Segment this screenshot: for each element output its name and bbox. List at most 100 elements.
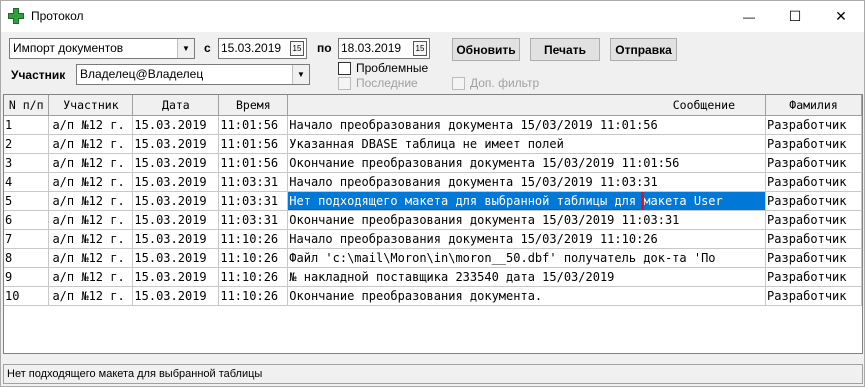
cell-text: Нет подходящего макета для выбранной таб…: [289, 193, 723, 208]
close-button[interactable]: ✕: [818, 1, 864, 32]
cell-message[interactable]: Начало преобразования документа 15/03/20…: [287, 115, 767, 135]
refresh-button[interactable]: Обновить: [452, 38, 520, 61]
cell-time[interactable]: 11:03:31: [218, 210, 289, 230]
from-date-field[interactable]: 15.03.2019 15: [218, 38, 307, 59]
cell-time[interactable]: 11:10:26: [218, 248, 289, 268]
cell-text: Начало преобразования документа 15/03/20…: [289, 174, 658, 189]
calendar-icon[interactable]: 15: [290, 41, 304, 56]
maximize-button[interactable]: ☐: [772, 1, 818, 32]
cell-participant[interactable]: а/п №12 г.: [48, 248, 134, 268]
cell-message[interactable]: Окончание преобразования документа.: [287, 286, 767, 306]
cell-date[interactable]: 15.03.2019: [132, 267, 220, 287]
cell-date[interactable]: 15.03.2019: [132, 248, 220, 268]
send-button[interactable]: Отправка: [610, 38, 677, 61]
cell-participant[interactable]: а/п №12 г.: [48, 286, 134, 306]
table-row[interactable]: 8 а/п №12 г. 15.03.2019 11:10:26 Файл 'c:\ma…: [4, 248, 862, 268]
cell-participant[interactable]: а/п №12 г.: [48, 115, 134, 135]
protocol-grid[interactable]: N п/п Участник Дата Время Сообщение Фами…: [3, 94, 863, 354]
cell-time[interactable]: 11:01:56: [218, 134, 289, 154]
cell-message[interactable]: Окончание преобразования документа 15/03…: [287, 210, 767, 230]
table-row[interactable]: 1 а/п №12 г. 15.03.2019 11:01:56 Начало прео…: [4, 115, 862, 135]
cell-participant[interactable]: а/п №12 г.: [48, 153, 134, 173]
cell-date[interactable]: 15.03.2019: [132, 134, 220, 154]
participant-select[interactable]: Владелец@Владелец ▼: [76, 64, 310, 85]
cell-participant[interactable]: а/п №12 г.: [48, 267, 134, 287]
cell-surname[interactable]: Разработчик: [765, 115, 862, 135]
table-row[interactable]: 10 а/п №12 г. 15.03.2019 11:10:26 Окончание …: [4, 286, 862, 306]
minimize-button[interactable]: —: [726, 1, 772, 32]
cell-surname[interactable]: Разработчик: [765, 286, 862, 306]
cell-message[interactable]: Начало преобразования документа 15/03/20…: [287, 229, 767, 249]
cell-surname[interactable]: Разработчик: [765, 229, 862, 249]
cell-text: Разработчик: [767, 174, 847, 189]
cell-message[interactable]: Указанная DBASE таблица не имеет полей: [287, 134, 767, 154]
cell-participant[interactable]: а/п №12 г.: [48, 191, 134, 211]
cell-date[interactable]: 15.03.2019: [132, 229, 220, 249]
cell-time[interactable]: 11:03:31: [218, 191, 289, 211]
cell-message[interactable]: Начало преобразования документа 15/03/20…: [287, 172, 767, 192]
cell-time[interactable]: 11:01:56: [218, 115, 289, 135]
cell-n[interactable]: 5: [4, 191, 50, 211]
cell-surname[interactable]: Разработчик: [765, 134, 862, 154]
cell-text: Начало преобразования документа 15/03/20…: [289, 231, 658, 246]
cell-time[interactable]: 11:10:26: [218, 229, 289, 249]
column-header-date[interactable]: Дата: [132, 95, 220, 116]
table-row[interactable]: 7 а/п №12 г. 15.03.2019 11:10:26 Начало прео…: [4, 229, 862, 249]
cell-surname[interactable]: Разработчик: [765, 191, 862, 211]
table-row[interactable]: 5 а/п №12 г. 15.03.2019 11:03:31 Нет подходя…: [4, 191, 862, 211]
cell-surname[interactable]: Разработчик: [765, 210, 862, 230]
cell-time[interactable]: 11:10:26: [218, 267, 289, 287]
cell-n[interactable]: 10: [4, 286, 50, 306]
cell-time[interactable]: 11:10:26: [218, 286, 289, 306]
table-row[interactable]: 9 а/п №12 г. 15.03.2019 11:10:26 № накладно…: [4, 267, 862, 287]
cell-time[interactable]: 11:01:56: [218, 153, 289, 173]
column-header-n[interactable]: N п/п: [4, 95, 50, 116]
cell-date[interactable]: 15.03.2019: [132, 172, 220, 192]
cell-date[interactable]: 15.03.2019: [132, 210, 220, 230]
cell-surname[interactable]: Разработчик: [765, 267, 862, 287]
cell-surname[interactable]: Разработчик: [765, 172, 862, 192]
cell-message[interactable]: Файл 'c:\mail\Moron\in\moron__50.dbf' по…: [287, 248, 767, 268]
cell-n[interactable]: 4: [4, 172, 50, 192]
cell-n[interactable]: 1: [4, 115, 50, 135]
cell-message[interactable]: № накладной поставщика 233540 дата 15/03…: [287, 267, 767, 287]
table-row[interactable]: 2 а/п №12 г. 15.03.2019 11:01:56 Указанная D…: [4, 134, 862, 154]
cell-text: Окончание преобразования документа 15/03…: [289, 155, 680, 170]
cell-text: 8: [5, 250, 13, 265]
cell-date[interactable]: 15.03.2019: [132, 191, 220, 211]
app-cross-icon: [8, 8, 24, 24]
cell-date[interactable]: 15.03.2019: [132, 286, 220, 306]
problem-checkbox[interactable]: Проблемные: [338, 61, 428, 75]
cell-n[interactable]: 3: [4, 153, 50, 173]
chevron-down-icon[interactable]: ▼: [177, 39, 194, 58]
chevron-down-icon[interactable]: ▼: [292, 65, 309, 84]
cell-n[interactable]: 2: [4, 134, 50, 154]
table-row[interactable]: 4 а/п №12 г. 15.03.2019 11:03:31 Начало прео…: [4, 172, 862, 192]
cell-n[interactable]: 9: [4, 267, 50, 287]
operation-select[interactable]: Импорт документов ▼: [9, 38, 195, 59]
cell-participant[interactable]: а/п №12 г.: [48, 229, 134, 249]
cell-time[interactable]: 11:03:31: [218, 172, 289, 192]
cell-participant[interactable]: а/п №12 г.: [48, 172, 134, 192]
cell-n[interactable]: 8: [4, 248, 50, 268]
cell-surname[interactable]: Разработчик: [765, 248, 862, 268]
cell-n[interactable]: 7: [4, 229, 50, 249]
cell-participant[interactable]: а/п №12 г.: [48, 210, 134, 230]
table-row[interactable]: 3 а/п №12 г. 15.03.2019 11:01:56 Окончание п…: [4, 153, 862, 173]
cell-message[interactable]: Окончание преобразования документа 15/03…: [287, 153, 767, 173]
checkbox-box[interactable]: [338, 61, 351, 75]
cell-message[interactable]: Нет подходящего макета для выбранной таб…: [287, 191, 767, 211]
column-header-time[interactable]: Время: [218, 95, 289, 116]
cell-date[interactable]: 15.03.2019: [132, 153, 220, 173]
cell-participant[interactable]: а/п №12 г.: [48, 134, 134, 154]
print-button[interactable]: Печать: [530, 38, 600, 61]
calendar-icon[interactable]: 15: [413, 41, 427, 56]
cell-n[interactable]: 6: [4, 210, 50, 230]
column-header-message[interactable]: Сообщение: [287, 95, 767, 116]
column-header-participant[interactable]: Участник: [48, 95, 134, 116]
table-row[interactable]: 6 а/п №12 г. 15.03.2019 11:03:31 Окончание п…: [4, 210, 862, 230]
cell-date[interactable]: 15.03.2019: [132, 115, 220, 135]
cell-surname[interactable]: Разработчик: [765, 153, 862, 173]
column-header-surname[interactable]: Фамилия: [765, 95, 862, 116]
to-date-field[interactable]: 18.03.2019 15: [338, 38, 430, 59]
